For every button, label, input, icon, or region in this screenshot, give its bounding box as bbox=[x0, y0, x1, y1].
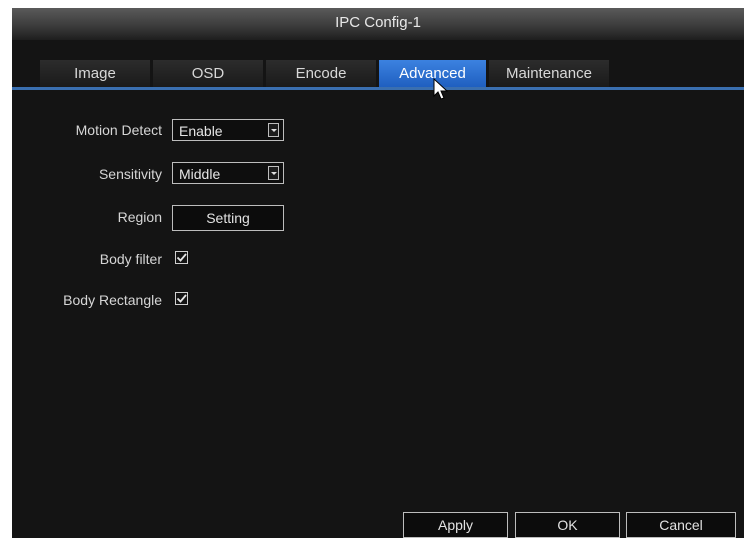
checkmark-icon bbox=[176, 294, 187, 303]
mouse-pointer-icon bbox=[433, 78, 449, 100]
body-filter-checkbox[interactable] bbox=[175, 251, 188, 264]
body-rectangle-label: Body Rectangle bbox=[63, 292, 162, 308]
tab-maintenance[interactable]: Maintenance bbox=[489, 60, 609, 87]
body-filter-label: Body filter bbox=[99, 251, 162, 267]
chevron-down-icon bbox=[268, 123, 279, 137]
ipc-config-window: IPC Config-1 Image OSD Encode Advanced M… bbox=[12, 8, 744, 538]
tab-label: Encode bbox=[295, 65, 347, 82]
tab-image[interactable]: Image bbox=[40, 60, 150, 87]
chevron-down-icon bbox=[268, 166, 279, 180]
tab-osd[interactable]: OSD bbox=[153, 60, 263, 87]
tab-label: OSD bbox=[191, 65, 225, 82]
sensitivity-select[interactable]: Middle bbox=[172, 162, 284, 184]
window-title: IPC Config-1 bbox=[12, 8, 744, 40]
cancel-button[interactable]: Cancel bbox=[626, 512, 736, 538]
motion-detect-value: Enable bbox=[179, 123, 223, 139]
checkmark-icon bbox=[176, 253, 187, 262]
region-setting-button[interactable]: Setting bbox=[172, 205, 284, 231]
motion-detect-label: Motion Detect bbox=[75, 122, 162, 138]
tab-encode[interactable]: Encode bbox=[266, 60, 376, 87]
ok-button[interactable]: OK bbox=[515, 512, 620, 538]
motion-detect-select[interactable]: Enable bbox=[172, 119, 284, 141]
tab-label: Image bbox=[74, 65, 116, 82]
body-rectangle-checkbox[interactable] bbox=[175, 292, 188, 305]
sensitivity-label: Sensitivity bbox=[98, 166, 162, 182]
tab-label: Maintenance bbox=[506, 65, 592, 82]
region-label: Region bbox=[117, 209, 162, 225]
tab-underline bbox=[12, 87, 744, 90]
apply-button[interactable]: Apply bbox=[403, 512, 508, 538]
sensitivity-value: Middle bbox=[179, 166, 221, 182]
